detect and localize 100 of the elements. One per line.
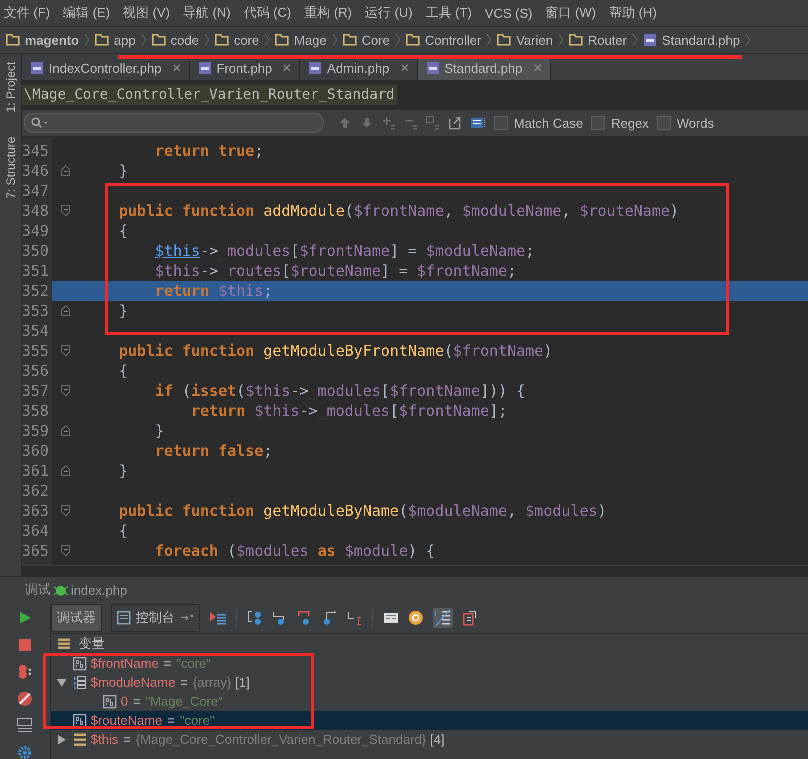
menu-item[interactable]: 编辑 (E) [63,4,110,22]
primitive-icon [73,656,87,670]
menu-item[interactable]: 视图 (V) [123,4,170,22]
find-option-checkbox[interactable]: Words [656,116,714,130]
breakpoints-icon[interactable] [17,664,33,680]
php-file-icon [643,33,658,47]
mute-breakpoints-icon[interactable] [17,691,33,707]
console-icon [117,611,131,625]
caret-down-icon[interactable] [57,678,67,688]
fold-icon[interactable] [60,465,70,477]
line-number: 362 [22,481,50,501]
tool-window-tab[interactable]: 1: Project [4,62,18,113]
caret-right-icon[interactable] [57,734,67,744]
line-number: 357 [22,381,50,401]
code-line: return true; [154,142,264,160]
menu-item[interactable]: 窗口 (W) [546,4,596,22]
line-number: 364 [22,521,50,541]
evaluate-expression-icon[interactable] [383,610,399,626]
fold-icon[interactable] [60,425,70,437]
show-execution-point-icon[interactable] [209,610,227,626]
code-line: } [154,422,164,440]
primitive-icon [73,714,87,728]
show-values-inline-icon[interactable] [433,608,453,628]
fold-icon[interactable] [60,385,70,397]
variable-row[interactable]: $routeName = "core" [51,711,808,730]
php-file-icon [198,61,212,75]
close-icon[interactable] [400,64,409,72]
menu-item[interactable]: 文件 (F) [4,4,50,22]
menu-item[interactable]: VCS (S) [485,6,533,20]
breadcrumb-item[interactable]: Controller [406,32,482,48]
breadcrumb-item[interactable]: Varien [497,32,554,48]
variable-row[interactable]: 0 = "Mage_Core" [51,692,808,711]
export-icon[interactable] [448,116,462,130]
fold-icon[interactable] [60,305,70,317]
chevron-icon [486,33,492,47]
menu-item[interactable]: 代码 (C) [244,4,292,22]
menu-item[interactable]: 运行 (U) [365,4,413,22]
run-to-cursor-icon[interactable] [347,610,363,626]
code-line: $this->_modules[$frontName] = $moduleName; [154,242,535,260]
close-icon[interactable] [283,64,292,72]
class-path: \Mage_Core_Controller_Varien_Router_Standard [22,85,397,105]
tool-window-tab[interactable]: 7: Structure [4,136,18,199]
code-line: } [118,462,128,480]
chevron-icon [204,33,210,47]
line-number: 345 [22,141,50,161]
variable-row[interactable]: $this = {Mage_Core_Controller_Varien_Router_Standard} [4] [51,730,808,749]
menu-item[interactable]: 工具 (T) [426,4,472,22]
menu-item[interactable]: 导航 (N) [183,4,231,22]
step-over-icon[interactable] [247,610,263,626]
breadcrumb-item[interactable]: Router [569,32,628,48]
find-option-checkbox[interactable]: Regex [591,116,649,130]
code-line: public function addModule($frontName, $moduleName, $routeName) [118,202,680,220]
variable-entry: $routeName = "core" [91,713,215,728]
chevron-icon [264,33,270,47]
breadcrumb-item[interactable]: app [95,32,136,48]
restore-layout-icon[interactable] [462,610,478,626]
close-icon[interactable] [172,64,181,72]
fold-icon[interactable] [60,205,70,217]
debugger-tab[interactable]: 调试器 [51,604,102,632]
array-icon [73,676,87,690]
menu-item[interactable]: 重构 (R) [304,4,352,22]
layout-icon[interactable] [17,718,33,734]
line-number: 359 [22,421,50,441]
code-line: public function getModuleByName($moduleName, $modules) [118,502,607,520]
line-number: 365 [22,541,50,561]
breadcrumb-item[interactable]: Mage [275,32,327,48]
php-file-icon [426,61,440,75]
close-icon[interactable] [534,64,542,72]
chevron-icon [84,33,90,47]
breadcrumb-item[interactable]: code [152,32,200,48]
folder-icon [275,34,290,46]
breadcrumb-item[interactable]: magento [6,32,80,48]
fold-icon[interactable] [60,505,70,517]
section-title: 变量 [79,635,105,653]
variable-entry: $this = {Mage_Core_Controller_Varien_Router_Standard} [4] [91,732,445,747]
variable-row[interactable]: $frontName = "core" [51,654,808,673]
breadcrumb-item[interactable]: Core [342,32,390,48]
code-line: } [118,162,128,180]
resume-icon[interactable] [17,610,33,626]
code-line: foreach ($modules as $module) { [154,542,436,560]
fold-icon[interactable] [60,545,70,557]
line-number: 356 [22,361,50,381]
step-out-icon[interactable] [322,610,338,626]
fold-icon[interactable] [60,165,70,177]
code-line: { [118,222,128,240]
pin-icon[interactable] [180,613,194,623]
line-number: 353 [22,301,50,321]
search-icon [31,117,49,129]
breadcrumb-item[interactable]: core [215,32,260,48]
settings-icon[interactable] [17,745,33,759]
fold-icon[interactable] [60,345,70,357]
variable-row[interactable]: $moduleName = {array} [1] [51,673,808,692]
force-step-into-icon[interactable] [297,610,313,626]
debugger-tab[interactable]: 控制台 [111,604,200,632]
menu-item[interactable]: 帮助 (H) [609,4,657,22]
breadcrumb-item[interactable]: Standard.php [643,32,740,48]
stop-icon[interactable] [17,637,33,653]
line-number: 358 [22,401,50,421]
search-field[interactable] [24,113,324,133]
find-option-checkbox[interactable]: Match Case [494,116,584,130]
